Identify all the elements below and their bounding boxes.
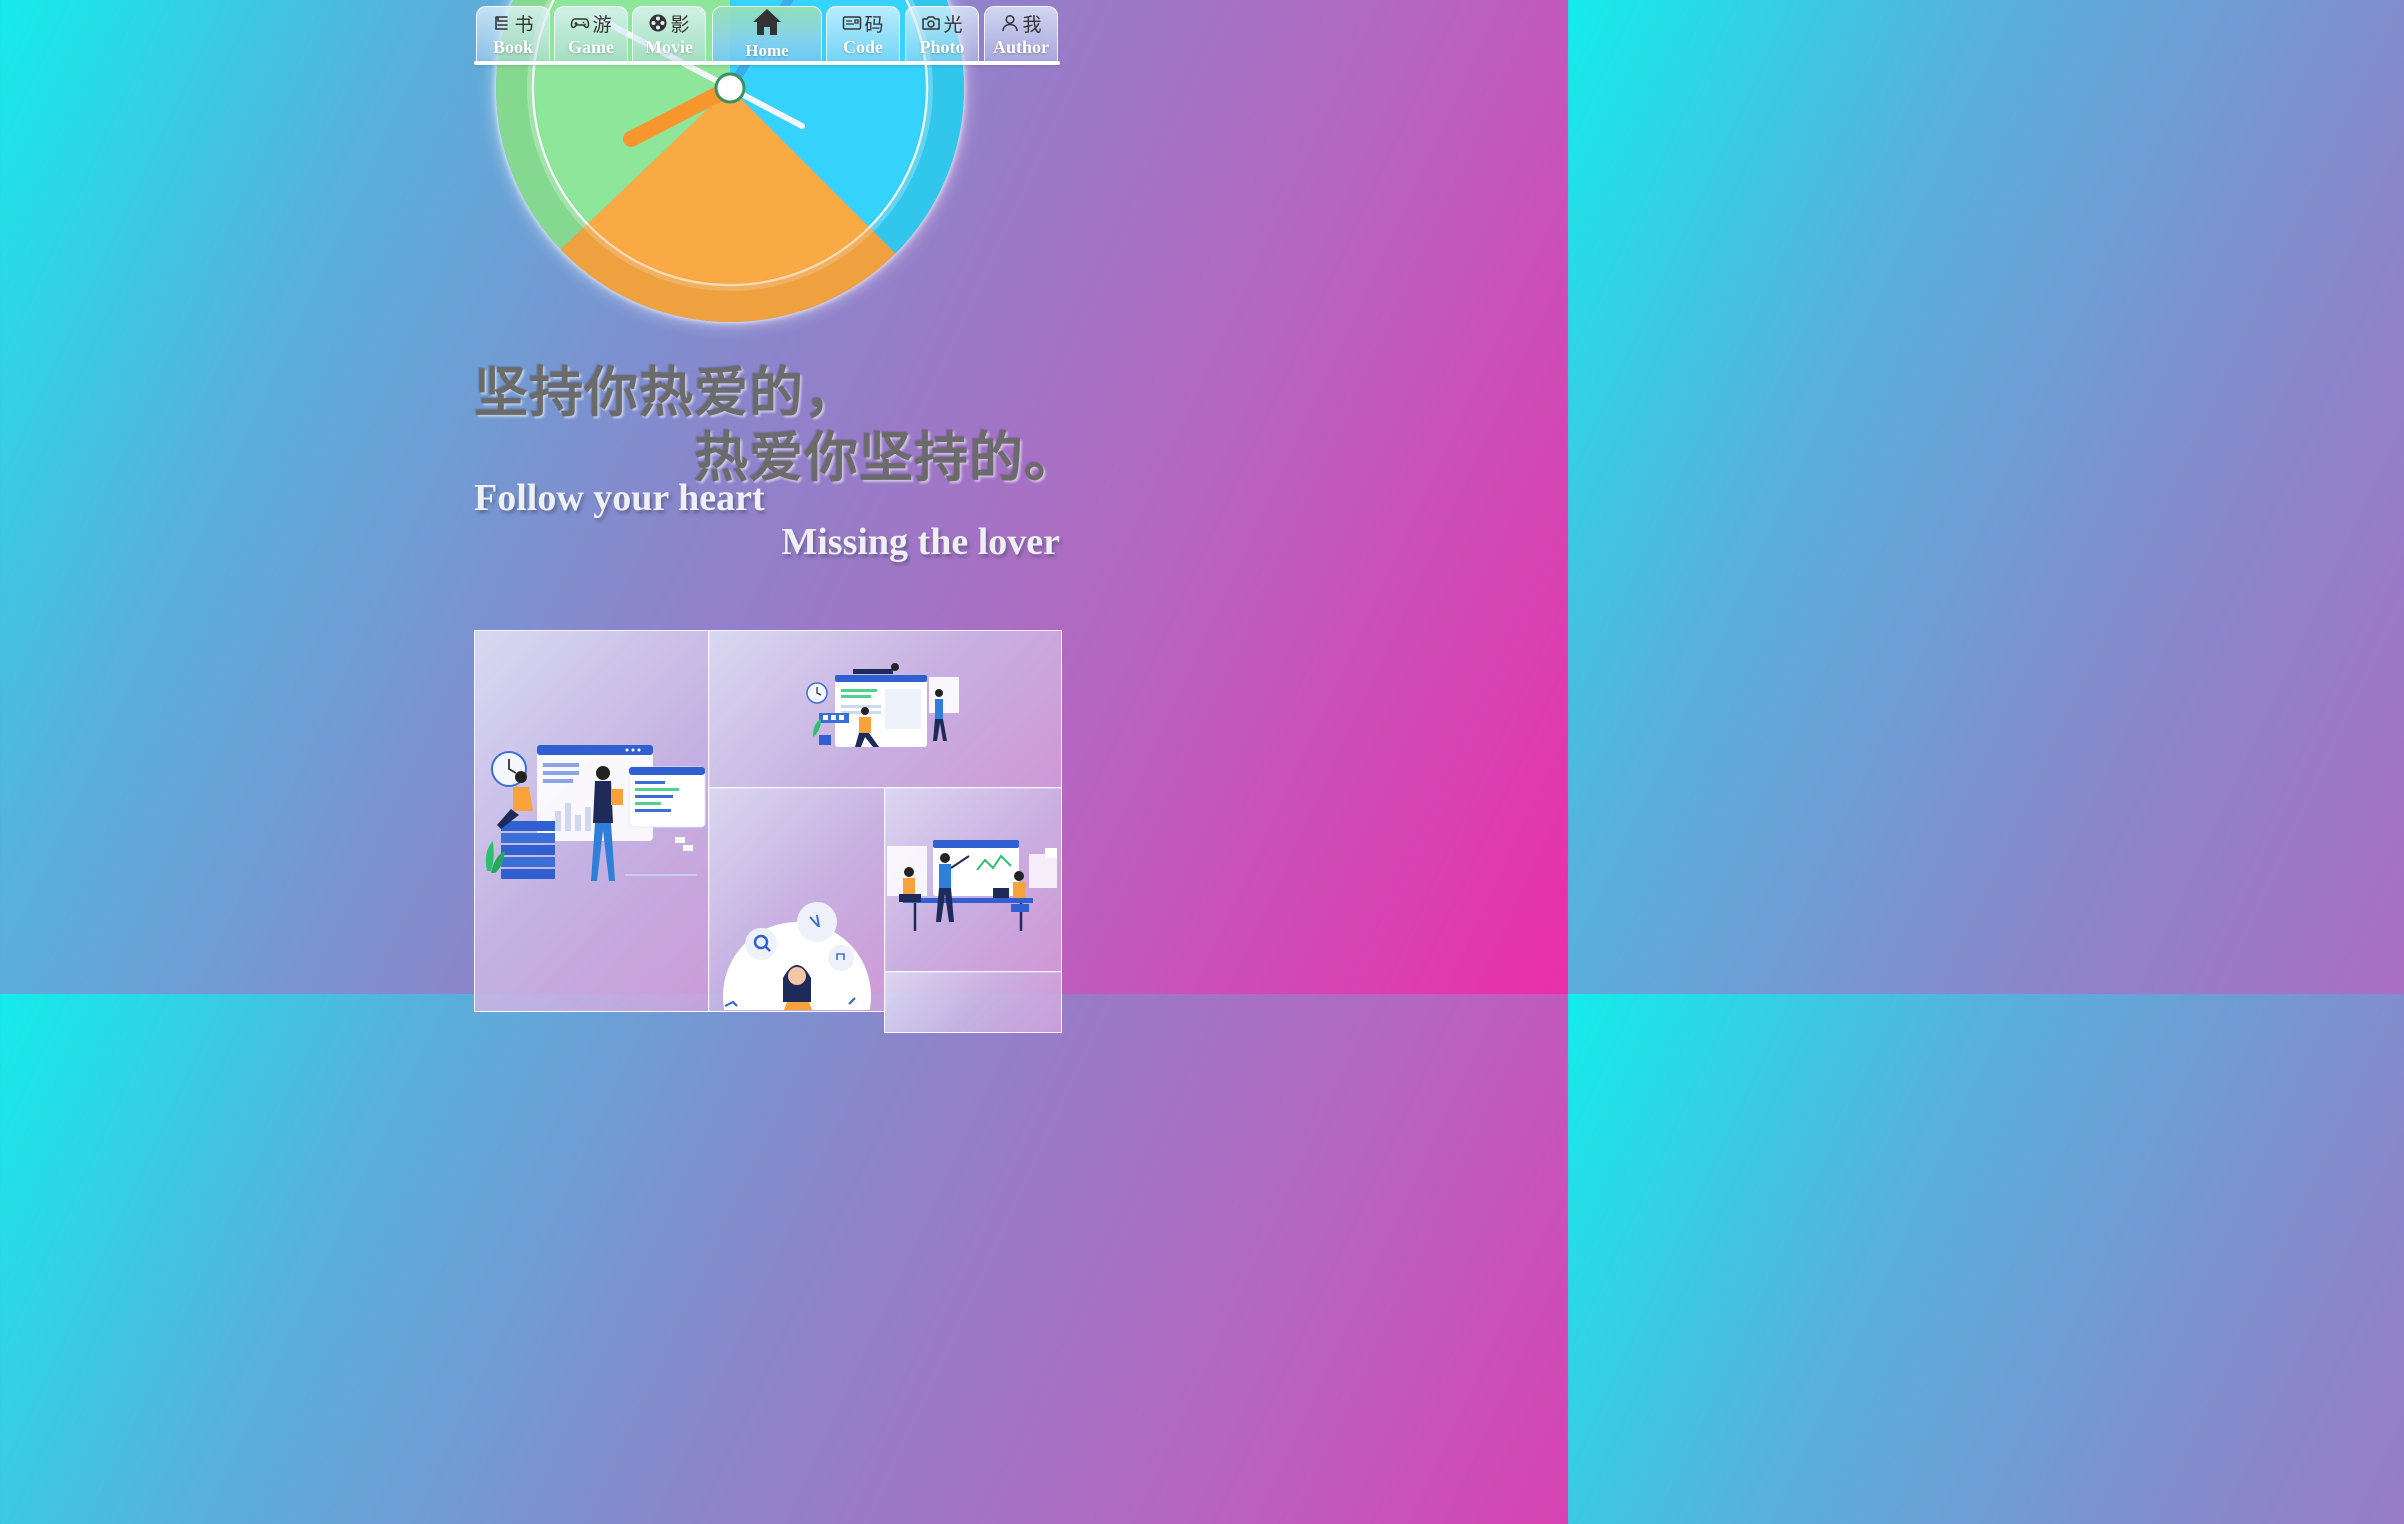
nav-item-book[interactable]: 书 Book: [476, 6, 550, 62]
nav-item-code-cn: 码: [864, 13, 884, 36]
code-card-icon: [843, 16, 862, 30]
illustration-team-website: [806, 663, 959, 747]
gallery-tile-developer[interactable]: [474, 630, 710, 1012]
gallery-tile-extra[interactable]: [884, 971, 1062, 1033]
illustration-gallery: [474, 630, 1062, 1033]
nav-item-photo[interactable]: 光 Photo: [905, 6, 979, 62]
book-icon: [495, 16, 509, 30]
nav-item-book-label: Book: [492, 37, 534, 57]
nav-item-author[interactable]: 我 Author: [984, 6, 1058, 62]
slogan-en-line2: Missing the lover: [781, 521, 1060, 563]
user-icon: [1002, 14, 1019, 32]
nav-item-movie[interactable]: 影 Movie: [632, 6, 706, 62]
gallery-tile-team-website[interactable]: [708, 630, 1062, 789]
illustration-developer-dashboard: [485, 745, 706, 881]
gallery-tile-team-meeting[interactable]: [884, 787, 1062, 973]
nav-underline: [474, 61, 1060, 65]
nav-item-movie-cn: 影: [670, 13, 690, 36]
slogan-en-line1: Follow your heart: [474, 477, 765, 519]
nav-item-game[interactable]: 游 Game: [554, 6, 628, 62]
gallery-tile-search[interactable]: [708, 787, 886, 1012]
nav-item-code-label: Code: [843, 37, 883, 57]
top-nav: 书 Book 游 Game 影 Movie Home 码 Code 光 Phot…: [474, 4, 1060, 64]
nav-item-photo-label: Photo: [919, 37, 965, 57]
home-icon: [753, 9, 781, 35]
illustration-search-person: [723, 902, 871, 1010]
nav-item-book-cn: 书: [514, 13, 534, 36]
gamepad-icon: [571, 18, 590, 29]
camera-icon: [922, 16, 941, 30]
nav-item-photo-cn: 光: [943, 13, 963, 36]
nav-item-game-cn: 游: [592, 13, 612, 36]
film-reel-icon: [649, 14, 667, 32]
nav-item-author-label: Author: [992, 37, 1049, 57]
illustration-team-meeting: [887, 840, 1057, 931]
nav-item-author-cn: 我: [1022, 13, 1042, 36]
clock-center-pin: [714, 72, 746, 104]
nav-item-movie-label: Movie: [645, 37, 693, 57]
nav-item-code[interactable]: 码 Code: [826, 6, 900, 62]
nav-item-game-label: Game: [568, 37, 614, 57]
nav-item-home[interactable]: Home: [712, 6, 822, 62]
nav-item-home-label: Home: [745, 41, 789, 60]
